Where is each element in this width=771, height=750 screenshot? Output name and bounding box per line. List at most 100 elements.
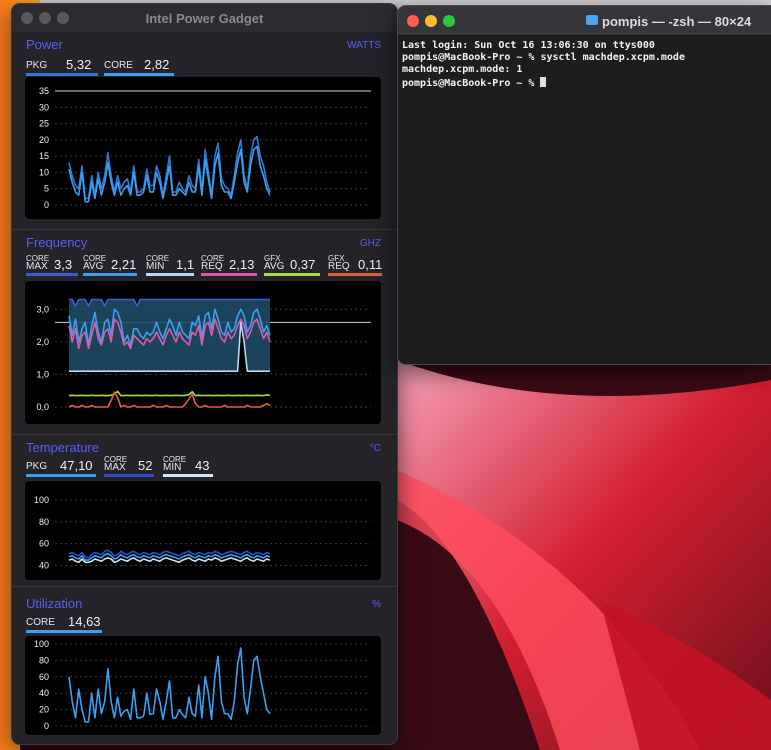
metric-label: CORE REQ xyxy=(201,255,224,272)
y-tick-label: 60 xyxy=(39,672,49,682)
section-unit: °C xyxy=(369,443,381,454)
metric-value: 52 xyxy=(138,458,153,473)
terminal-title-bar[interactable]: pompis — -zsh — 80×24 xyxy=(398,6,771,36)
power-gadget-window: Intel Power Gadget Power WATTS PKG 5,32 … xyxy=(11,3,398,745)
metric-color-bar xyxy=(104,73,174,76)
text-cursor xyxy=(540,76,547,87)
temperature-chart-svg: 100 80 60 40 xyxy=(34,495,371,571)
label-bottom: MAX xyxy=(26,261,48,272)
metric-core-max-temp: CORE MAX 52 xyxy=(104,455,154,477)
temperature-chart: 100 80 60 40 xyxy=(25,481,381,580)
metric-value: 5,32 xyxy=(66,57,92,72)
temperature-section: Temperature °C PKG 47,10 CORE MAX 52 CORE… xyxy=(12,434,397,587)
frequency-section: Frequency GHZ CORE MAX 3,3 CORE AVG 2,21 C… xyxy=(12,229,397,430)
y-tick-label: 30 xyxy=(39,102,49,112)
metric-value: 47,10 xyxy=(60,458,93,473)
terminal-prompt: pompis@MacBook-Pro ~ % xyxy=(402,77,541,89)
utilization-chart: 100 80 60 40 20 0 xyxy=(25,636,381,735)
metric-color-bar xyxy=(26,73,98,76)
label-bottom: AVG xyxy=(83,261,104,272)
metric-core-power: CORE 2,82 xyxy=(104,54,174,76)
metric-value: 3,3 xyxy=(54,257,73,272)
metric-gfx-req-freq: GFX REQ 0,11 xyxy=(328,254,382,276)
minimize-button[interactable] xyxy=(425,15,437,27)
metric-core-min-freq: CORE MIN 1,1 xyxy=(146,254,194,276)
section-title: Utilization xyxy=(26,596,83,611)
power-chart: 35 30 25 20 15 10 5 0 xyxy=(25,77,381,219)
section-title: Temperature xyxy=(26,440,99,455)
metric-label: CORE AVG xyxy=(83,255,106,272)
metric-label: CORE xyxy=(26,617,55,628)
label-bottom: AVG xyxy=(264,261,285,272)
terminal-line: pompis@MacBook-Pro ~ % sysctl machdep.xc… xyxy=(402,52,685,64)
y-tick-label: 0,0 xyxy=(36,402,49,412)
metric-color-bar xyxy=(264,273,320,276)
metric-label: CORE MIN xyxy=(146,255,169,272)
metric-pkg-temp: PKG 47,10 xyxy=(26,455,96,477)
utilization-section: Utilization % CORE 14,63 100 80 60 40 20 0 xyxy=(12,586,397,744)
y-tick-label: 5 xyxy=(44,184,49,194)
y-tick-label: 10 xyxy=(39,167,49,177)
label-bottom: MIN xyxy=(146,261,165,272)
utilization-chart-svg: 100 80 60 40 20 0 xyxy=(34,639,371,731)
metric-color-bar xyxy=(26,474,96,477)
section-title: Frequency xyxy=(26,235,88,250)
metric-label: PKG xyxy=(26,60,48,71)
frequency-chart-svg: 3,0 2,0 1,0 0,0 xyxy=(36,298,371,412)
metric-label: GFX REQ xyxy=(328,255,350,272)
zoom-button[interactable] xyxy=(443,15,455,27)
y-tick-label: 100 xyxy=(34,639,49,649)
metric-label: CORE MAX xyxy=(26,255,49,272)
y-tick-label: 40 xyxy=(39,688,49,698)
window-title: Intel Power Gadget xyxy=(145,11,264,26)
metric-core-util: CORE 14,63 xyxy=(26,611,102,633)
metric-label: CORE MIN xyxy=(163,456,186,473)
close-button[interactable] xyxy=(407,15,419,27)
series-line-core-min xyxy=(68,557,271,564)
metric-core-min-temp: CORE MIN 43 xyxy=(163,455,213,477)
terminal-prompt-line: pompis@MacBook-Pro ~ % xyxy=(402,76,685,90)
metric-gfx-avg-freq: GFX AVG 0,37 xyxy=(264,254,320,276)
terminal-window: pompis — -zsh — 80×24 Last login: Sun Oc… xyxy=(397,5,771,365)
metric-core-max-freq: CORE MAX 3,3 xyxy=(26,254,78,276)
y-tick-label: 1,0 xyxy=(36,369,49,379)
section-title: Power xyxy=(26,37,63,52)
metric-label: CORE MAX xyxy=(104,456,127,473)
metric-value: 0,11 xyxy=(358,257,383,272)
terminal-line: Last login: Sun Oct 16 13:06:30 on ttys0… xyxy=(402,40,655,51)
power-section: Power WATTS PKG 5,32 CORE 2,82 35 30 25 20 1… xyxy=(12,32,397,229)
series-line-core xyxy=(68,647,271,723)
metric-label: GFX AVG xyxy=(264,255,285,272)
y-tick-label: 35 xyxy=(39,86,49,96)
terminal-output[interactable]: Last login: Sun Oct 16 13:06:30 on ttys0… xyxy=(402,40,685,90)
metric-value: 2,82 xyxy=(144,57,170,72)
y-tick-label: 40 xyxy=(39,561,49,571)
metric-value: 0,37 xyxy=(290,257,316,272)
metric-color-bar xyxy=(104,474,154,477)
y-tick-label: 20 xyxy=(39,705,49,715)
y-tick-label: 2,0 xyxy=(36,337,49,347)
label-bottom: REQ xyxy=(201,261,223,272)
metric-label: PKG xyxy=(26,461,48,472)
metric-color-bar xyxy=(83,273,137,276)
power-chart-svg: 35 30 25 20 15 10 5 0 xyxy=(39,86,371,210)
title-bar[interactable]: Intel Power Gadget xyxy=(12,4,397,32)
metric-color-bar xyxy=(163,474,213,477)
y-tick-label: 60 xyxy=(39,539,49,549)
y-tick-label: 80 xyxy=(39,517,49,527)
metric-value: 43 xyxy=(195,458,210,473)
terminal-title: pompis — -zsh — 80×24 xyxy=(602,14,752,29)
label-bottom: MIN xyxy=(163,462,182,473)
section-unit: % xyxy=(372,599,381,610)
metric-value: 2,13 xyxy=(229,257,255,272)
y-tick-label: 20 xyxy=(39,135,49,145)
label-bottom: REQ xyxy=(328,261,350,272)
label-bottom: MAX xyxy=(104,462,126,473)
metric-color-bar xyxy=(201,273,257,276)
metric-core-req-freq: CORE REQ 2,13 xyxy=(201,254,257,276)
metric-core-avg-freq: CORE AVG 2,21 xyxy=(83,254,137,276)
y-tick-label: 15 xyxy=(39,151,49,161)
y-tick-label: 80 xyxy=(39,655,49,665)
metric-value: 1,1 xyxy=(176,257,195,272)
y-tick-label: 3,0 xyxy=(36,304,49,314)
